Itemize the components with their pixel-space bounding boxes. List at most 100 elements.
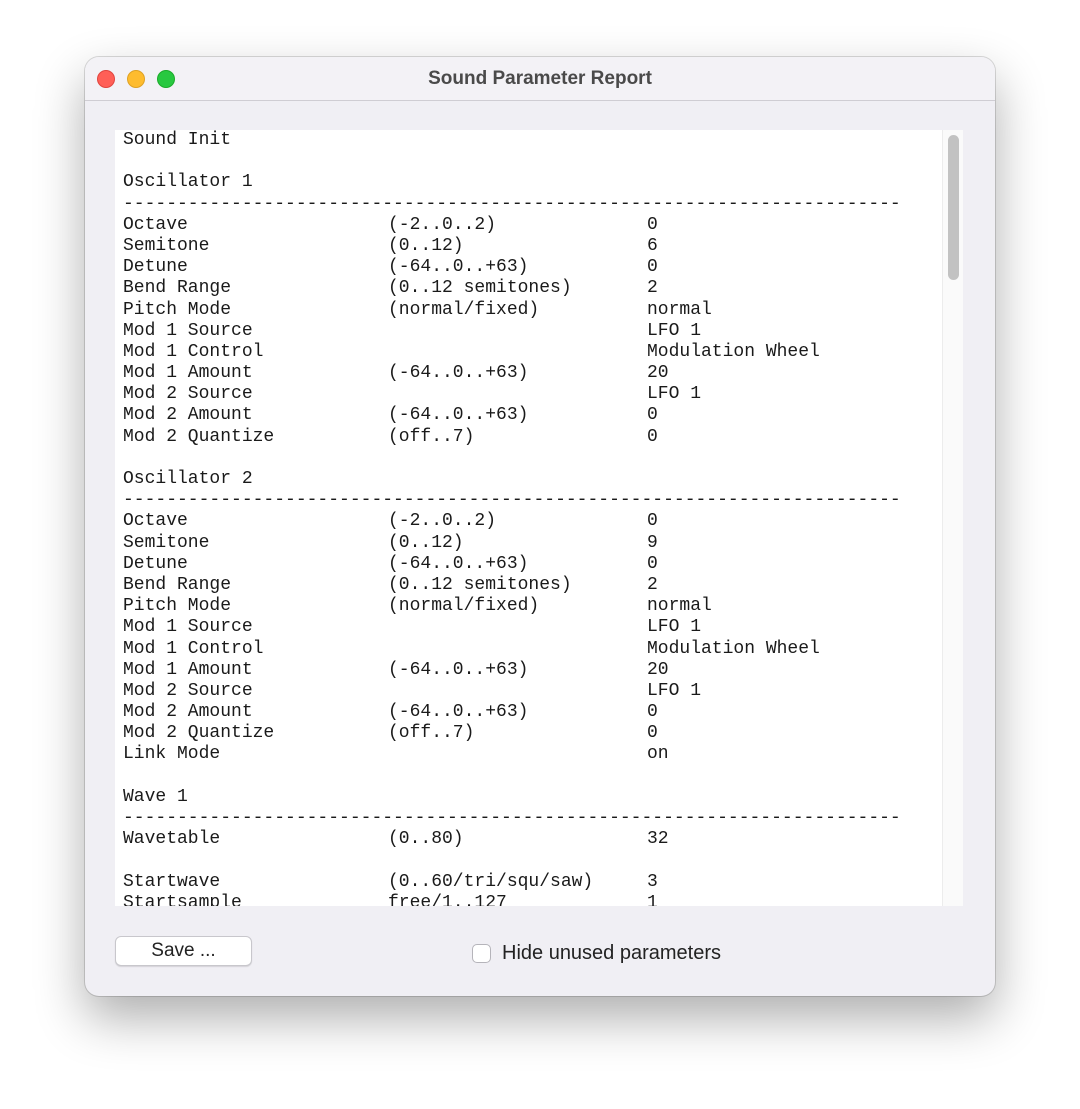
- param-name: Detune: [123, 257, 188, 278]
- report-blank-line: [123, 151, 901, 172]
- param-name: Detune: [123, 553, 188, 574]
- param-name: Pitch Mode: [123, 596, 232, 617]
- param-range: (-64..0..+63): [388, 659, 529, 680]
- title-bar[interactable]: Sound Parameter Report: [85, 57, 995, 101]
- param-value: 1: [647, 892, 658, 906]
- report-param-row: Detune (-64..0..+63) 0: [123, 257, 901, 278]
- param-name: Startwave: [123, 871, 221, 892]
- param-range: (0..60/tri/squ/saw): [388, 871, 594, 892]
- report-param-row: Mod 2 Source LFO 1: [123, 681, 901, 702]
- report-param-row: Mod 2 Amount (-64..0..+63) 0: [123, 702, 901, 723]
- param-range: (0..12): [388, 235, 464, 256]
- param-value: on: [647, 744, 669, 765]
- param-name: Semitone: [123, 235, 210, 256]
- report-content: Sound Init Oscillator 1 ------------------…: [123, 130, 901, 906]
- hide-unused-option[interactable]: Hide unused parameters: [472, 940, 721, 966]
- report-param-row: Mod 2 Quantize (off..7) 0: [123, 427, 901, 448]
- hide-unused-label[interactable]: Hide unused parameters: [502, 942, 721, 965]
- report-param-row: Semitone (0..12) 6: [123, 236, 901, 257]
- param-value: 0: [647, 405, 658, 426]
- report-param-row: Link Mode on: [123, 744, 901, 765]
- param-value: 0: [647, 214, 658, 235]
- param-name: Bend Range: [123, 574, 232, 595]
- param-value: LFO 1: [647, 617, 702, 638]
- param-value: Modulation Wheel: [647, 341, 820, 362]
- report-param-row: Octave (-2..0..2) 0: [123, 511, 901, 532]
- report-param-row: Mod 1 Amount (-64..0..+63) 20: [123, 363, 901, 384]
- report-param-row: Mod 2 Quantize (off..7) 0: [123, 723, 901, 744]
- report-param-row: Wavetable (0..80) 32: [123, 829, 901, 850]
- param-range: (0..12 semitones): [388, 278, 572, 299]
- param-name: Octave: [123, 511, 188, 532]
- param-range: (-64..0..+63): [388, 363, 529, 384]
- report-param-row: Detune (-64..0..+63) 0: [123, 554, 901, 575]
- param-name: Mod 2 Source: [123, 384, 253, 405]
- report-param-row: Startwave (0..60/tri/squ/saw) 3: [123, 872, 901, 893]
- param-value: 0: [647, 426, 658, 447]
- param-name: Mod 1 Control: [123, 638, 264, 659]
- param-value: 0: [647, 511, 658, 532]
- report-param-row: Bend Range (0..12 semitones) 2: [123, 278, 901, 299]
- param-name: Octave: [123, 214, 188, 235]
- report-param-row: Semitone (0..12) 9: [123, 533, 901, 554]
- report-param-row: Mod 1 Amount (-64..0..+63) 20: [123, 660, 901, 681]
- param-name: Wavetable: [123, 829, 221, 850]
- param-value: LFO 1: [647, 680, 702, 701]
- report-param-row: Mod 1 Source LFO 1: [123, 617, 901, 638]
- param-value: 0: [647, 702, 658, 723]
- param-name: Mod 2 Source: [123, 680, 253, 701]
- param-value: 0: [647, 553, 658, 574]
- param-name: Bend Range: [123, 278, 232, 299]
- report-rule-line: ----------------------------------------…: [123, 490, 901, 511]
- param-value: LFO 1: [647, 384, 702, 405]
- param-range: (off..7): [388, 723, 475, 744]
- param-value: Modulation Wheel: [647, 638, 820, 659]
- report-param-row: Mod 1 Source LFO 1: [123, 321, 901, 342]
- param-range: (-64..0..+63): [388, 257, 529, 278]
- vertical-scrollbar[interactable]: [942, 130, 963, 906]
- param-name: Mod 1 Source: [123, 320, 253, 341]
- param-range: (off..7): [388, 426, 475, 447]
- report-blank-line: [123, 766, 901, 787]
- report-param-row: Mod 2 Amount (-64..0..+63) 0: [123, 405, 901, 426]
- report-text-view[interactable]: Sound Init Oscillator 1 ------------------…: [115, 130, 963, 906]
- save-button[interactable]: Save ...: [115, 936, 252, 966]
- param-name: Link Mode: [123, 744, 221, 765]
- param-value: 0: [647, 723, 658, 744]
- param-name: Mod 1 Amount: [123, 659, 253, 680]
- param-range: (-64..0..+63): [388, 405, 529, 426]
- param-range: (normal/fixed): [388, 299, 540, 320]
- param-range: (-64..0..+63): [388, 702, 529, 723]
- report-window: Sound Parameter Report Sound Init Oscilla…: [85, 57, 995, 996]
- param-range: (0..80): [388, 829, 464, 850]
- param-name: Startsample: [123, 892, 242, 906]
- report-rule-line: ----------------------------------------…: [123, 808, 901, 828]
- report-header-line: Oscillator 2: [123, 469, 253, 489]
- report-param-row: Bend Range (0..12 semitones) 2: [123, 575, 901, 596]
- param-value: 2: [647, 574, 658, 595]
- report-param-row: Mod 1 Control Modulation Wheel: [123, 342, 901, 363]
- param-name: Pitch Mode: [123, 299, 232, 320]
- window-title: Sound Parameter Report: [428, 68, 652, 89]
- param-name: Mod 2 Amount: [123, 702, 253, 723]
- param-value: 32: [647, 829, 669, 850]
- param-range: (-64..0..+63): [388, 553, 529, 574]
- param-value: 20: [647, 659, 669, 680]
- report-blank-line: [123, 448, 901, 469]
- param-value: 6: [647, 235, 658, 256]
- report-param-row: Pitch Mode (normal/fixed) normal: [123, 300, 901, 321]
- param-range: (-2..0..2): [388, 214, 497, 235]
- report-param-row: Pitch Mode (normal/fixed) normal: [123, 596, 901, 617]
- scrollbar-thumb[interactable]: [948, 135, 959, 280]
- param-value: 2: [647, 278, 658, 299]
- param-name: Mod 2 Quantize: [123, 723, 275, 744]
- report-header-line: Wave 1: [123, 786, 188, 807]
- report-param-row: Mod 2 Source LFO 1: [123, 384, 901, 405]
- hide-unused-checkbox[interactable]: [472, 943, 491, 963]
- param-value: 0: [647, 257, 658, 278]
- param-range: (0..12): [388, 532, 464, 553]
- param-name: Mod 2 Amount: [123, 405, 253, 426]
- param-range: free/1..127: [388, 892, 507, 906]
- param-name: Semitone: [123, 532, 210, 553]
- report-param-row: Mod 1 Control Modulation Wheel: [123, 639, 901, 660]
